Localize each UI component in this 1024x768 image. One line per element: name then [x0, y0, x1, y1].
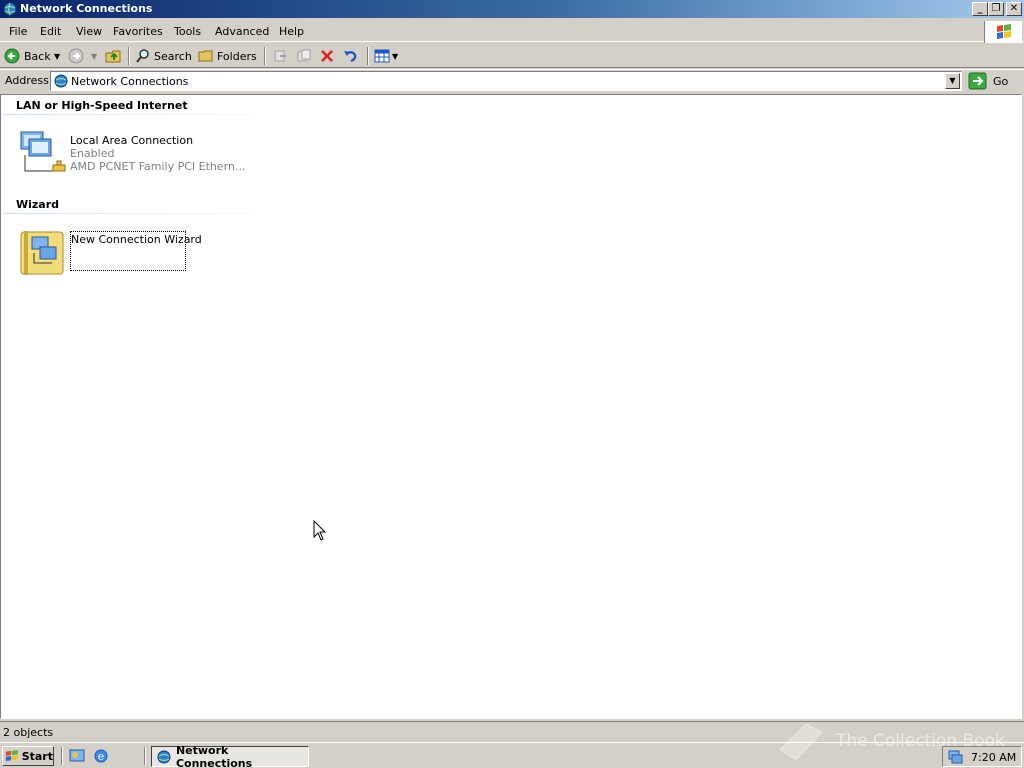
forward-button[interactable]: [68, 47, 84, 65]
group-divider: [3, 213, 293, 214]
go-arrow-icon: [968, 72, 987, 90]
address-input[interactable]: Network Connections ▼: [50, 71, 962, 91]
taskbar-separator: [144, 747, 146, 765]
start-button[interactable]: Start: [2, 746, 54, 766]
search-button[interactable]: Search: [135, 47, 192, 65]
menu-advanced[interactable]: Advanced: [215, 25, 269, 38]
back-button[interactable]: Back: [4, 47, 51, 65]
show-desktop-icon[interactable]: [69, 748, 85, 764]
move-to-button[interactable]: [272, 47, 288, 65]
address-dropdown-button[interactable]: ▼: [945, 73, 960, 89]
status-text: 2 objects: [3, 726, 54, 739]
windows-logo: [984, 21, 1022, 43]
network-globe-icon: [54, 74, 68, 88]
menu-help[interactable]: Help: [279, 25, 304, 38]
connection-status: Enabled: [70, 147, 115, 160]
minimize-button[interactable]: _: [972, 2, 988, 16]
mouse-cursor-icon: [313, 520, 327, 541]
folders-icon: [198, 50, 213, 62]
delete-x-icon: [321, 50, 333, 62]
start-label: Start: [21, 749, 53, 763]
back-dropdown[interactable]: ▼: [54, 47, 60, 65]
menu-file[interactable]: File: [9, 25, 27, 38]
internet-explorer-icon[interactable]: e: [93, 748, 109, 764]
wizard-label: New Connection Wizard: [71, 233, 202, 246]
views-button[interactable]: ▼: [374, 47, 398, 65]
windows-flag-icon: [5, 750, 18, 762]
up-folder-button[interactable]: [105, 47, 123, 65]
watermark-book-icon: [779, 723, 823, 761]
network-globe-icon: [157, 750, 171, 763]
lan-connection-icon: [20, 131, 66, 172]
views-grid-icon: [374, 49, 390, 63]
forward-arrow-icon: [68, 48, 84, 64]
windows-flag-icon: [997, 24, 1011, 39]
toolbar-separator: [367, 47, 369, 65]
go-label: Go: [993, 74, 1009, 88]
group-header-wizard: Wizard: [16, 198, 60, 211]
connection-name: Local Area Connection: [70, 134, 194, 147]
back-arrow-icon: [4, 48, 20, 64]
taskbar-separator: [61, 747, 63, 765]
go-button[interactable]: Go: [968, 72, 1008, 90]
close-button[interactable]: ✕: [1006, 2, 1022, 16]
search-icon: [136, 49, 149, 63]
menu-view[interactable]: View: [76, 25, 102, 38]
wizard-icon: [20, 231, 64, 275]
undo-button[interactable]: [342, 47, 358, 65]
back-label: Back: [24, 49, 51, 63]
move-to-icon: [274, 50, 286, 62]
taskbar-button-label: Network Connections: [175, 743, 253, 768]
taskbar-button-network-connections[interactable]: Network Connections: [151, 743, 309, 768]
folder-view[interactable]: LAN or High-Speed Internet Local Area Co…: [0, 94, 1022, 719]
folders-button[interactable]: Folders: [198, 47, 257, 65]
folders-label: Folders: [217, 49, 257, 63]
group-divider: [3, 114, 293, 115]
menu-tools[interactable]: Tools: [174, 25, 201, 38]
views-dropdown-arrow: ▼: [392, 51, 399, 61]
clock[interactable]: 7:20 AM: [971, 751, 1016, 764]
forward-dropdown[interactable]: ▼: [91, 47, 97, 65]
menu-edit[interactable]: Edit: [40, 25, 61, 38]
search-label: Search: [154, 49, 192, 63]
address-value: Network Connections: [71, 75, 189, 88]
svg-text:e: e: [98, 750, 105, 763]
restore-button[interactable]: ❐: [988, 2, 1004, 16]
connection-device: AMD PCNET Family PCI Ethern...: [70, 160, 246, 173]
copy-to-button[interactable]: [296, 47, 312, 65]
network-globe-icon: [3, 2, 17, 16]
undo-icon: [344, 51, 357, 63]
group-header-lan: LAN or High-Speed Internet: [16, 99, 188, 112]
toolbar-separator: [128, 47, 130, 65]
watermark-text: The Collection Book: [836, 731, 1005, 751]
standard-toolbar: Back ▼ ▼ Search Folders ▼: [0, 44, 1024, 68]
up-folder-icon: [105, 50, 121, 63]
copy-to-icon: [297, 49, 311, 62]
toolbar-separator: [264, 47, 266, 65]
address-bar: Address Network Connections ▼ Go: [0, 69, 1024, 93]
title-bar[interactable]: Network Connections _ ❐ ✕: [0, 0, 1024, 18]
delete-button[interactable]: [319, 47, 335, 65]
menu-bar: File Edit View Favorites Tools Advanced …: [0, 20, 1024, 42]
window-title: Network Connections: [20, 2, 153, 15]
menu-favorites[interactable]: Favorites: [113, 25, 163, 38]
network-tray-icon[interactable]: [947, 749, 963, 765]
address-label: Address: [5, 74, 49, 87]
